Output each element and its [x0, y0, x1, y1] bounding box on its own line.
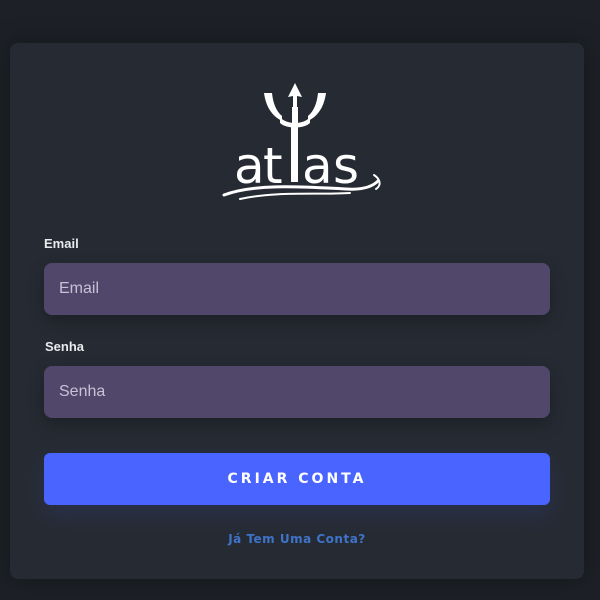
- email-label: Email: [44, 236, 79, 251]
- create-account-button[interactable]: CRIAR CONTA: [44, 453, 550, 505]
- trident-icon: a t a s: [222, 83, 381, 200]
- svg-text:s: s: [333, 137, 359, 195]
- password-input[interactable]: [44, 366, 550, 418]
- login-link[interactable]: Já Tem Uma Conta?: [10, 532, 584, 546]
- signup-card: a t a s Email Senha CRIAR CONTA Já Tem U…: [10, 43, 584, 579]
- password-label: Senha: [45, 339, 85, 354]
- email-input[interactable]: [44, 263, 550, 315]
- atlas-logo: a t a s: [216, 83, 386, 203]
